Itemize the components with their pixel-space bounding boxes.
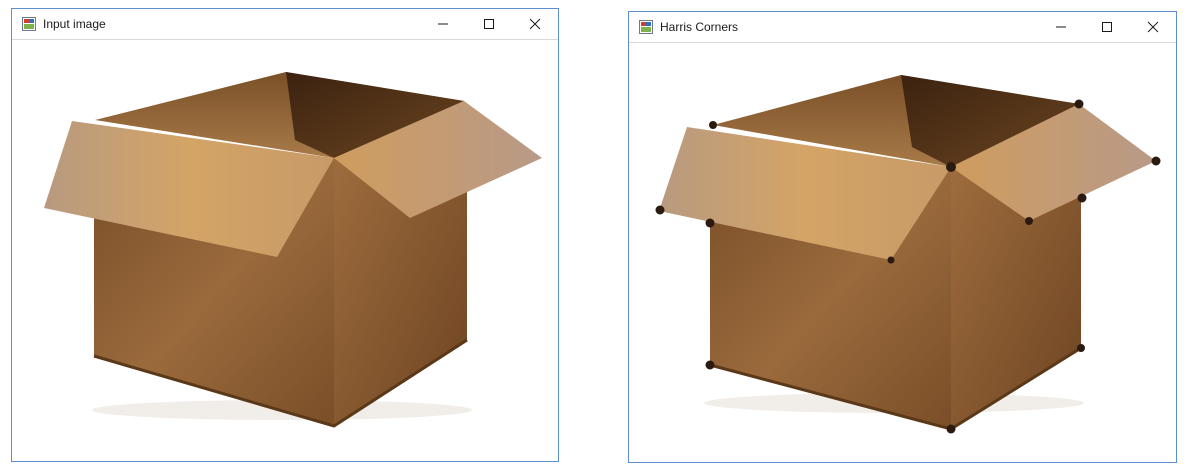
corner-marker <box>655 205 665 215</box>
maximize-button[interactable] <box>1084 12 1130 42</box>
corner-marker <box>887 256 895 264</box>
window-controls <box>1038 12 1176 42</box>
image-canvas <box>12 40 558 461</box>
minimize-icon <box>1056 26 1066 28</box>
titlebar[interactable]: Harris Corners <box>629 12 1176 43</box>
minimize-button[interactable] <box>1038 12 1084 42</box>
harris-corners-window[interactable]: Harris Corners <box>628 11 1177 463</box>
cardboard-box-image <box>44 72 542 428</box>
close-button[interactable] <box>1130 12 1176 42</box>
image-window-icon[interactable] <box>21 16 37 32</box>
image-window-icon[interactable] <box>638 19 654 35</box>
corner-marker <box>705 360 715 370</box>
maximize-icon <box>1102 22 1112 32</box>
maximize-icon <box>484 19 494 29</box>
corner-marker <box>1151 156 1161 166</box>
cardboard-box-corners-image <box>655 75 1161 434</box>
image-canvas <box>629 43 1176 462</box>
corner-marker <box>705 218 715 228</box>
corner-marker <box>1074 99 1084 109</box>
desktop: Input image Harris Corners <box>0 0 1189 476</box>
window-title: Harris Corners <box>660 20 739 34</box>
corner-marker <box>1025 217 1033 225</box>
window-title: Input image <box>43 17 106 31</box>
window-controls <box>420 9 558 39</box>
corner-marker <box>709 121 717 129</box>
maximize-button[interactable] <box>466 9 512 39</box>
input-image-window[interactable]: Input image <box>11 8 559 462</box>
close-icon <box>1147 21 1159 33</box>
corner-marker <box>946 162 956 172</box>
corner-marker <box>946 424 956 434</box>
minimize-button[interactable] <box>420 9 466 39</box>
titlebar[interactable]: Input image <box>12 9 558 40</box>
close-button[interactable] <box>512 9 558 39</box>
close-icon <box>529 18 541 30</box>
corner-marker <box>1077 344 1085 352</box>
corner-marker <box>1077 193 1087 203</box>
minimize-icon <box>438 23 448 25</box>
